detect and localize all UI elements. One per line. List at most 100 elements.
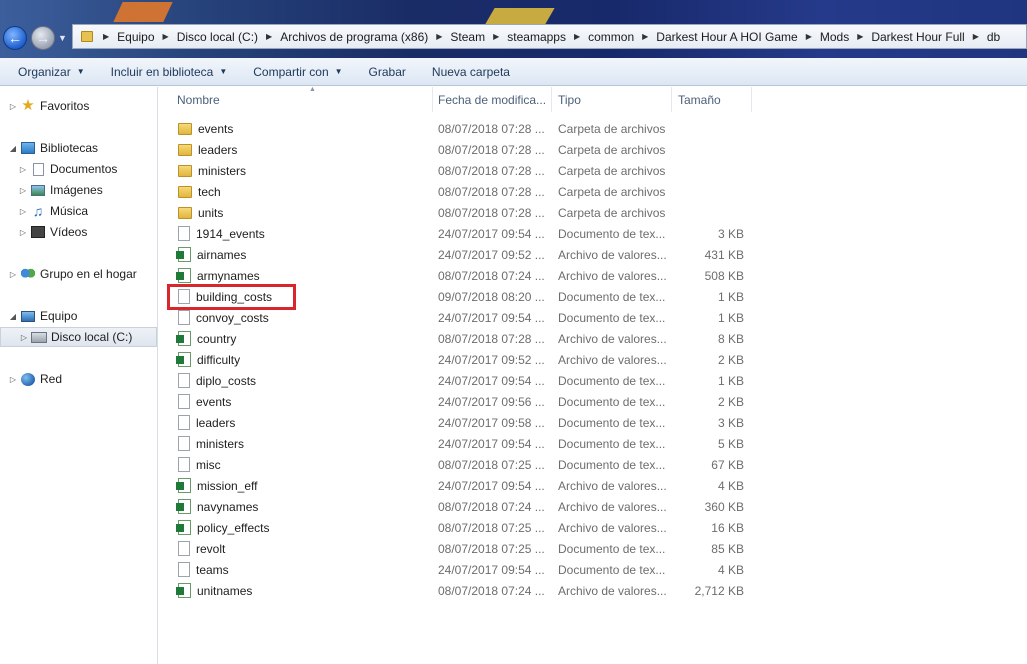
expand-icon[interactable]: ▷ [8, 270, 18, 279]
column-header-type[interactable]: Tipo [552, 87, 672, 112]
file-row[interactable]: events 08/07/2018 07:28 ... Carpeta de arc… [160, 118, 760, 139]
file-row[interactable]: 1914_events 24/07/2017 09:54 ... Documento… [160, 223, 760, 244]
file-name-cell[interactable]: ministers [178, 160, 246, 181]
file-name-cell[interactable]: events [178, 391, 231, 412]
file-row[interactable]: convoy_costs 24/07/2017 09:54 ... Document… [160, 307, 760, 328]
file-row[interactable]: leaders 24/07/2017 09:58 ... Documento de … [160, 412, 760, 433]
file-row[interactable]: mission_eff 24/07/2017 09:54 ... Archivo d… [160, 475, 760, 496]
breadcrumb-item[interactable]: Equipo [117, 30, 154, 44]
expand-icon[interactable]: ▷ [8, 102, 18, 111]
nav-item-libraries[interactable]: ◢ Bibliotecas [8, 138, 98, 158]
nav-item-music[interactable]: ▷ ♫ Música [18, 201, 88, 221]
file-name-cell[interactable]: teams [178, 559, 229, 580]
breadcrumb-item[interactable]: Mods [820, 30, 849, 44]
file-row[interactable]: airnames 24/07/2017 09:52 ... Archivo de v… [160, 244, 760, 265]
file-row[interactable]: teams 24/07/2017 09:54 ... Documento de te… [160, 559, 760, 580]
breadcrumb-separator-icon[interactable]: ▶ [857, 32, 863, 41]
breadcrumb-separator-icon[interactable]: ▶ [574, 32, 580, 41]
nav-item-documents[interactable]: ▷ Documentos [18, 159, 117, 179]
nav-item-videos[interactable]: ▷ Vídeos [18, 222, 87, 242]
breadcrumb-item[interactable]: common [588, 30, 634, 44]
file-row[interactable]: leaders 08/07/2018 07:28 ... Carpeta de ar… [160, 139, 760, 160]
file-name-cell[interactable]: policy_effects [176, 517, 270, 538]
file-row[interactable]: diplo_costs 24/07/2017 09:54 ... Documento… [160, 370, 760, 391]
file-name-cell[interactable]: revolt [178, 538, 225, 559]
file-row[interactable]: ministers 08/07/2018 07:28 ... Carpeta de … [160, 160, 760, 181]
nav-item-computer[interactable]: ◢ Equipo [8, 306, 77, 326]
address-bar[interactable]: ▶ Equipo ▶ Disco local (C:) ▶ Archivos de pro… [72, 24, 1027, 49]
file-name-cell[interactable]: leaders [178, 139, 237, 160]
breadcrumb-separator-icon[interactable]: ▶ [103, 32, 109, 41]
breadcrumb-item[interactable]: steamapps [507, 30, 566, 44]
column-header-date[interactable]: Fecha de modifica... [432, 87, 552, 112]
include-in-library-button[interactable]: Incluir en biblioteca ▼ [103, 65, 236, 79]
breadcrumb-item[interactable]: Steam [450, 30, 485, 44]
breadcrumb-separator-icon[interactable]: ▶ [163, 32, 169, 41]
breadcrumb-item[interactable]: db [987, 30, 1000, 44]
breadcrumb-separator-icon[interactable]: ▶ [806, 32, 812, 41]
file-name-cell[interactable]: armynames [176, 265, 260, 286]
file-name-cell[interactable]: misc [178, 454, 221, 475]
burn-button[interactable]: Grabar [361, 65, 414, 79]
file-row[interactable]: difficulty 24/07/2017 09:52 ... Archivo de… [160, 349, 760, 370]
breadcrumb-item[interactable]: Darkest Hour Full [871, 30, 964, 44]
file-name-cell[interactable]: airnames [176, 244, 246, 265]
file-name-cell[interactable]: unitnames [176, 580, 252, 601]
forward-button[interactable]: → [31, 26, 55, 50]
organize-button[interactable]: Organizar ▼ [10, 65, 93, 79]
file-name-cell[interactable]: diplo_costs [178, 370, 256, 391]
nav-item-homegroup[interactable]: ▷ Grupo en el hogar [8, 264, 137, 284]
file-row[interactable]: building_costs 09/07/2018 08:20 ... Docume… [160, 286, 760, 307]
breadcrumb-item[interactable]: Darkest Hour A HOI Game [656, 30, 797, 44]
text-file-icon [178, 310, 190, 325]
file-row[interactable]: country 08/07/2018 07:28 ... Archivo de va… [160, 328, 760, 349]
file-name-cell[interactable]: difficulty [176, 349, 240, 370]
file-name-cell[interactable]: convoy_costs [178, 307, 269, 328]
expand-icon[interactable]: ▷ [8, 375, 18, 384]
expand-icon[interactable]: ▷ [19, 333, 29, 342]
file-name-cell[interactable]: building_costs [178, 286, 272, 307]
column-header-size[interactable]: Tamaño [672, 87, 752, 112]
nav-item-images[interactable]: ▷ Imágenes [18, 180, 103, 200]
file-row[interactable]: armynames 08/07/2018 07:24 ... Archivo de … [160, 265, 760, 286]
file-row[interactable]: units 08/07/2018 07:28 ... Carpeta de arch… [160, 202, 760, 223]
file-name-cell[interactable]: units [178, 202, 223, 223]
file-name-cell[interactable]: navynames [176, 496, 258, 517]
file-row[interactable]: unitnames 08/07/2018 07:24 ... Archivo de … [160, 580, 760, 601]
nav-item-favorites[interactable]: ▷ ★ Favoritos [8, 96, 89, 116]
file-name-cell[interactable]: country [176, 328, 236, 349]
file-name-cell[interactable]: leaders [178, 412, 235, 433]
file-row[interactable]: navynames 08/07/2018 07:24 ... Archivo de … [160, 496, 760, 517]
file-row[interactable]: revolt 08/07/2018 07:25 ... Documento de t… [160, 538, 760, 559]
collapse-icon[interactable]: ◢ [8, 312, 18, 321]
nav-item-local-disk[interactable]: ▷ Disco local (C:) [0, 327, 157, 347]
file-row[interactable]: tech 08/07/2018 07:28 ... Carpeta de archi… [160, 181, 760, 202]
breadcrumb-separator-icon[interactable]: ▶ [642, 32, 648, 41]
back-button[interactable]: ← [3, 26, 27, 50]
file-row[interactable]: policy_effects 08/07/2018 07:25 ... Archiv… [160, 517, 760, 538]
nav-item-network[interactable]: ▷ Red [8, 369, 62, 389]
recent-pages-dropdown[interactable]: ▼ [58, 33, 67, 43]
collapse-icon[interactable]: ◢ [8, 144, 18, 153]
breadcrumb-separator-icon[interactable]: ▶ [973, 32, 979, 41]
file-row[interactable]: ministers 24/07/2017 09:54 ... Documento d… [160, 433, 760, 454]
expand-icon[interactable]: ▷ [18, 207, 28, 216]
file-name-cell[interactable]: mission_eff [176, 475, 257, 496]
expand-icon[interactable]: ▷ [18, 165, 28, 174]
expand-icon[interactable]: ▷ [18, 228, 28, 237]
breadcrumb-item[interactable]: Disco local (C:) [177, 30, 258, 44]
file-name-cell[interactable]: 1914_events [178, 223, 265, 244]
new-folder-button[interactable]: Nueva carpeta [424, 65, 518, 79]
file-name-cell[interactable]: events [178, 118, 233, 139]
file-row[interactable]: events 24/07/2017 09:56 ... Documento de t… [160, 391, 760, 412]
share-with-button[interactable]: Compartir con ▼ [245, 65, 350, 79]
breadcrumb-separator-icon[interactable]: ▶ [493, 32, 499, 41]
file-name-cell[interactable]: tech [178, 181, 221, 202]
breadcrumb-separator-icon[interactable]: ▶ [436, 32, 442, 41]
breadcrumb-separator-icon[interactable]: ▶ [266, 32, 272, 41]
column-header-name[interactable]: Nombre ▲ [171, 87, 433, 112]
breadcrumb-item[interactable]: Archivos de programa (x86) [280, 30, 428, 44]
expand-icon[interactable]: ▷ [18, 186, 28, 195]
file-row[interactable]: misc 08/07/2018 07:25 ... Documento de tex… [160, 454, 760, 475]
file-name-cell[interactable]: ministers [178, 433, 244, 454]
